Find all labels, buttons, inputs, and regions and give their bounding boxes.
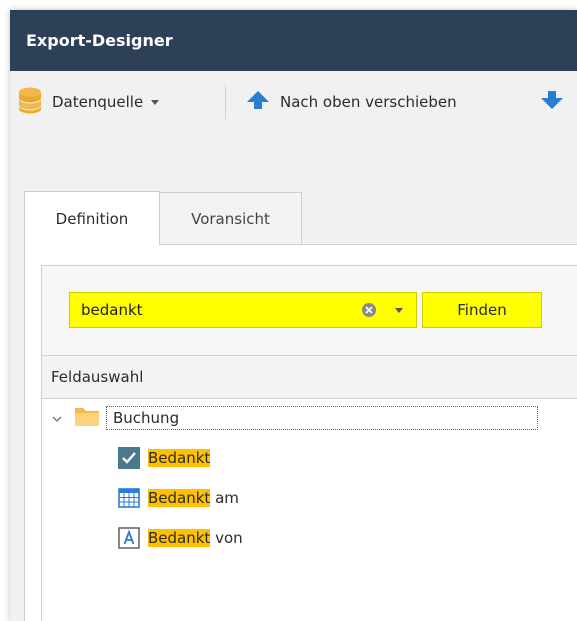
search-match: Bedankt xyxy=(148,489,211,507)
tab-definition-label: Definition xyxy=(55,209,129,228)
tab-preview[interactable]: Voransicht xyxy=(160,192,302,245)
tab-preview-label: Voransicht xyxy=(191,209,270,228)
toolbar-separator xyxy=(225,85,226,119)
window-title: Export-Designer xyxy=(26,31,173,50)
tree-item-label: Bedankt xyxy=(148,449,211,467)
tree-item-bedankt-am[interactable]: Bedankt am xyxy=(118,479,239,517)
checkbox-icon xyxy=(118,447,140,469)
tree-item-bedankt-von[interactable]: Bedankt von xyxy=(118,519,243,557)
search-bar: Finden xyxy=(42,266,577,355)
datasource-label: Datenquelle xyxy=(52,93,144,111)
field-selection-title: Feldauswahl xyxy=(51,368,144,386)
move-up-label: Nach oben verschieben xyxy=(280,93,457,111)
calendar-icon xyxy=(118,487,140,509)
chevron-down-icon[interactable] xyxy=(52,409,62,427)
move-up-button[interactable]: Nach oben verschieben xyxy=(246,71,457,133)
label-rest: von xyxy=(210,529,243,547)
export-designer-window: Export-Designer Datenquelle Nach oben ve… xyxy=(10,10,577,621)
datasource-dropdown[interactable]: Datenquelle xyxy=(16,71,160,133)
text-field-icon xyxy=(118,527,140,549)
tree-item-label: Bedankt am xyxy=(148,489,239,507)
chevron-down-icon xyxy=(151,99,160,105)
search-match: Bedankt xyxy=(148,449,211,467)
find-button[interactable]: Finden xyxy=(422,292,542,328)
database-icon xyxy=(16,85,44,119)
search-field[interactable] xyxy=(69,292,417,328)
label-rest: am xyxy=(210,489,239,507)
field-selection-header: Feldauswahl xyxy=(42,355,577,399)
arrow-up-icon xyxy=(246,90,270,114)
find-button-label: Finden xyxy=(457,301,507,319)
title-bar: Export-Designer xyxy=(10,10,577,71)
search-match: Bedankt xyxy=(148,529,211,547)
definition-panel: Finden Feldauswahl xyxy=(24,244,577,621)
tab-strip: Definition Voransicht xyxy=(24,191,577,245)
field-selection-panel: Finden Feldauswahl xyxy=(41,265,577,621)
folder-icon xyxy=(74,405,100,431)
toolbar: Datenquelle Nach oben verschieben xyxy=(10,71,577,133)
move-down-button[interactable] xyxy=(540,71,564,133)
tree-item-bedankt[interactable]: Bedankt xyxy=(118,439,211,477)
field-tree: Buchung Bedankt Bedankt am Bedankt von xyxy=(42,399,577,621)
search-history-chevron-icon[interactable] xyxy=(395,308,403,313)
tree-item-label: Bedankt von xyxy=(148,529,243,547)
clear-icon[interactable] xyxy=(362,303,376,317)
tab-definition[interactable]: Definition xyxy=(24,191,160,245)
arrow-down-icon xyxy=(540,90,564,114)
tree-node-buchung[interactable]: Buchung xyxy=(52,399,538,437)
search-input[interactable] xyxy=(70,293,341,327)
tree-node-buchung-label: Buchung xyxy=(106,406,538,430)
